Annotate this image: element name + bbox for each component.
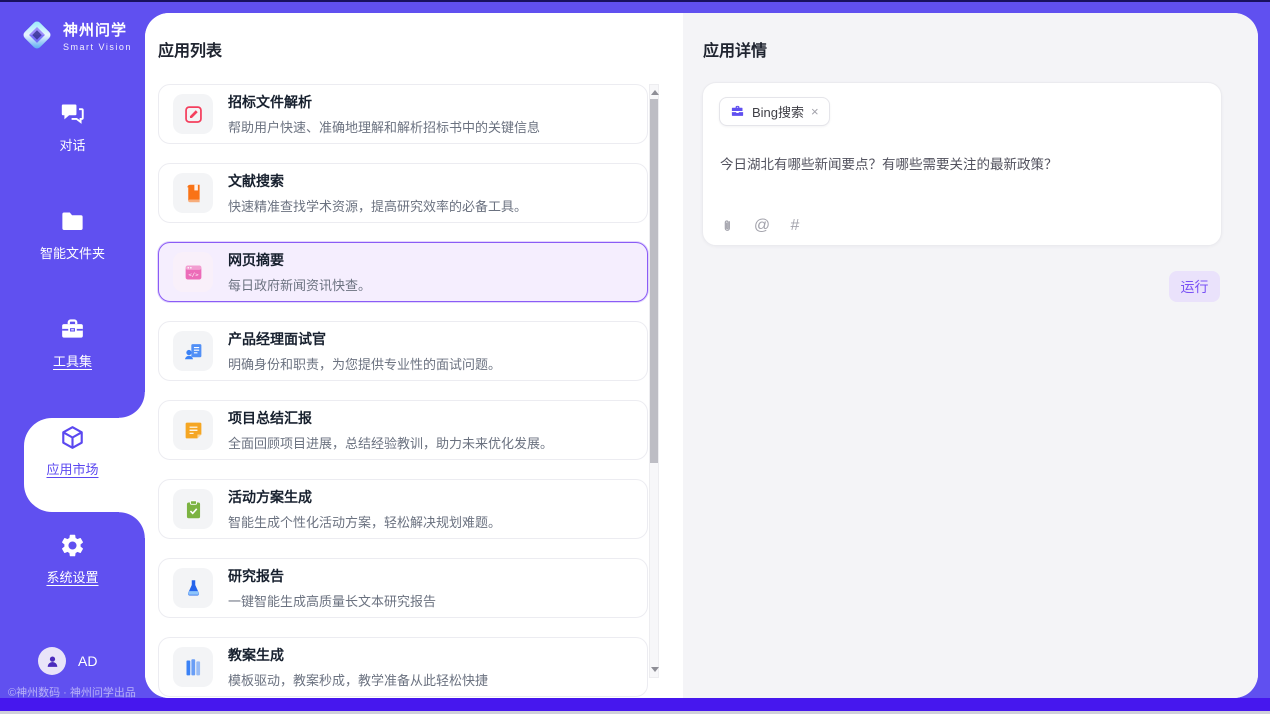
user-row[interactable]: AD xyxy=(38,647,97,675)
brand-subtitle: Smart Vision xyxy=(63,42,132,52)
prompt-message[interactable]: 今日湖北有哪些新闻要点？有哪些需要关注的最新政策？ xyxy=(720,153,1205,173)
app-item-desc: 快速精准查找学术资源，提高研究效率的必备工具。 xyxy=(228,196,527,215)
toolbox-icon xyxy=(59,316,86,343)
sidebar-item-label: 智能文件夹 xyxy=(40,243,105,262)
app-list-item[interactable]: 活动方案生成 智能生成个性化活动方案，轻松解决规划难题。 xyxy=(158,479,648,539)
run-button[interactable]: 运行 xyxy=(1169,271,1220,302)
app-item-desc: 一键智能生成高质量长文本研究报告 xyxy=(228,591,436,610)
memo-icon xyxy=(173,410,213,450)
app-item-desc: 帮助用户快速、准确地理解和解析招标书中的关键信息 xyxy=(228,117,540,136)
app-list: 招标文件解析 帮助用户快速、准确地理解和解析招标书中的关键信息 文献搜索 快速精… xyxy=(158,84,648,698)
sidebar-item-对话[interactable]: 对话 xyxy=(0,73,145,181)
folder-icon xyxy=(59,208,86,235)
content-panel: 应用列表 招标文件解析 帮助用户快速、准确地理解和解析招标书中的关键信息 文献搜… xyxy=(145,13,1258,698)
app-item-desc: 智能生成个性化活动方案，轻松解决规划难题。 xyxy=(228,512,501,531)
app-list-item[interactable]: 产品经理面试官 明确身份和职责，为您提供专业性的面试问题。 xyxy=(158,321,648,381)
sidebar: 神州问学 Smart Vision 对话 智能文件夹 工具集 应用市场 系统设置 xyxy=(0,2,145,698)
edit-doc-icon xyxy=(173,94,213,134)
app-item-desc: 明确身份和职责，为您提供专业性的面试问题。 xyxy=(228,354,501,373)
svg-text:</>: </> xyxy=(188,272,199,278)
web-code-icon: </> xyxy=(173,252,213,292)
sidebar-item-label: 应用市场 xyxy=(46,459,98,478)
bottom-strip xyxy=(0,698,1270,711)
app-item-desc: 全面回顾项目进展，总结经验教训，助力未来优化发展。 xyxy=(228,433,553,452)
sidebar-nav: 对话 智能文件夹 工具集 应用市场 系统设置 xyxy=(0,73,145,613)
close-icon[interactable]: × xyxy=(811,105,819,118)
briefcase-icon xyxy=(730,104,745,119)
paperclip-icon[interactable] xyxy=(720,217,738,235)
cube-icon xyxy=(59,424,86,451)
app-item-title: 研究报告 xyxy=(228,566,436,586)
hash-icon[interactable]: # xyxy=(786,217,804,235)
app-list-scrollbar[interactable] xyxy=(649,84,659,678)
scrollbar-thumb[interactable] xyxy=(650,99,658,463)
tool-tag-label: Bing搜索 xyxy=(752,102,804,121)
user-initials: AD xyxy=(78,653,97,669)
app-list-pane: 应用列表 招标文件解析 帮助用户快速、准确地理解和解析招标书中的关键信息 文献搜… xyxy=(145,13,683,698)
app-item-desc: 模板驱动，教案秒成，教学准备从此轻松快捷 xyxy=(228,670,488,689)
gem-logo-icon xyxy=(18,16,56,54)
book-icon xyxy=(173,173,213,213)
interviewer-icon xyxy=(173,331,213,371)
sidebar-item-工具集[interactable]: 工具集 xyxy=(0,289,145,397)
app-item-title: 网页摘要 xyxy=(228,250,371,270)
app-list-item[interactable]: 招标文件解析 帮助用户快速、准确地理解和解析招标书中的关键信息 xyxy=(158,84,648,144)
scroll-up-arrow-icon[interactable] xyxy=(651,90,659,95)
avatar[interactable] xyxy=(38,647,66,675)
sidebar-item-label: 工具集 xyxy=(53,351,92,370)
person-icon xyxy=(44,653,61,670)
app-detail-title: 应用详情 xyxy=(703,37,767,61)
app-detail-pane: 应用详情 Bing搜索 × 今日湖北有哪些新闻要点？有哪些需要关注的最新政策？ … xyxy=(683,13,1258,698)
app-item-desc: 每日政府新闻资讯快查。 xyxy=(228,275,371,294)
sidebar-item-智能文件夹[interactable]: 智能文件夹 xyxy=(0,181,145,289)
research-report-icon xyxy=(173,568,213,608)
app-item-title: 项目总结汇报 xyxy=(228,408,553,428)
sidebar-item-label: 系统设置 xyxy=(46,567,98,586)
app-window: 神州问学 Smart Vision 对话 智能文件夹 工具集 应用市场 系统设置 xyxy=(0,2,1270,698)
sidebar-item-label: 对话 xyxy=(59,135,85,154)
app-item-title: 文献搜索 xyxy=(228,171,527,191)
books-icon xyxy=(173,647,213,687)
scroll-down-arrow-icon[interactable] xyxy=(651,667,659,672)
app-list-item[interactable]: </> 网页摘要 每日政府新闻资讯快查。 xyxy=(158,242,648,302)
app-list-item[interactable]: 教案生成 模板驱动，教案秒成，教学准备从此轻松快捷 xyxy=(158,637,648,697)
app-item-title: 教案生成 xyxy=(228,645,488,665)
at-icon[interactable]: @ xyxy=(753,217,771,235)
app-list-title: 应用列表 xyxy=(158,37,222,61)
app-item-title: 产品经理面试官 xyxy=(228,329,501,349)
app-item-title: 招标文件解析 xyxy=(228,92,540,112)
chat-icon xyxy=(59,100,86,127)
prompt-card[interactable]: Bing搜索 × 今日湖北有哪些新闻要点？有哪些需要关注的最新政策？ @# xyxy=(702,82,1222,246)
brand-logo: 神州问学 Smart Vision xyxy=(18,16,132,54)
tool-tag-bing-search[interactable]: Bing搜索 × xyxy=(719,97,830,126)
app-list-item[interactable]: 文献搜索 快速精准查找学术资源，提高研究效率的必备工具。 xyxy=(158,163,648,223)
composer-toolbar: @# xyxy=(720,217,804,235)
app-list-item[interactable]: 项目总结汇报 全面回顾项目进展，总结经验教训，助力未来优化发展。 xyxy=(158,400,648,460)
gear-icon xyxy=(59,532,86,559)
app-list-item[interactable]: 研究报告 一键智能生成高质量长文本研究报告 xyxy=(158,558,648,618)
sidebar-item-应用市场[interactable]: 应用市场 xyxy=(0,397,145,505)
brand-name: 神州问学 xyxy=(63,19,132,40)
sidebar-item-系统设置[interactable]: 系统设置 xyxy=(0,505,145,613)
clipboard-check-icon xyxy=(173,489,213,529)
app-item-title: 活动方案生成 xyxy=(228,487,501,507)
